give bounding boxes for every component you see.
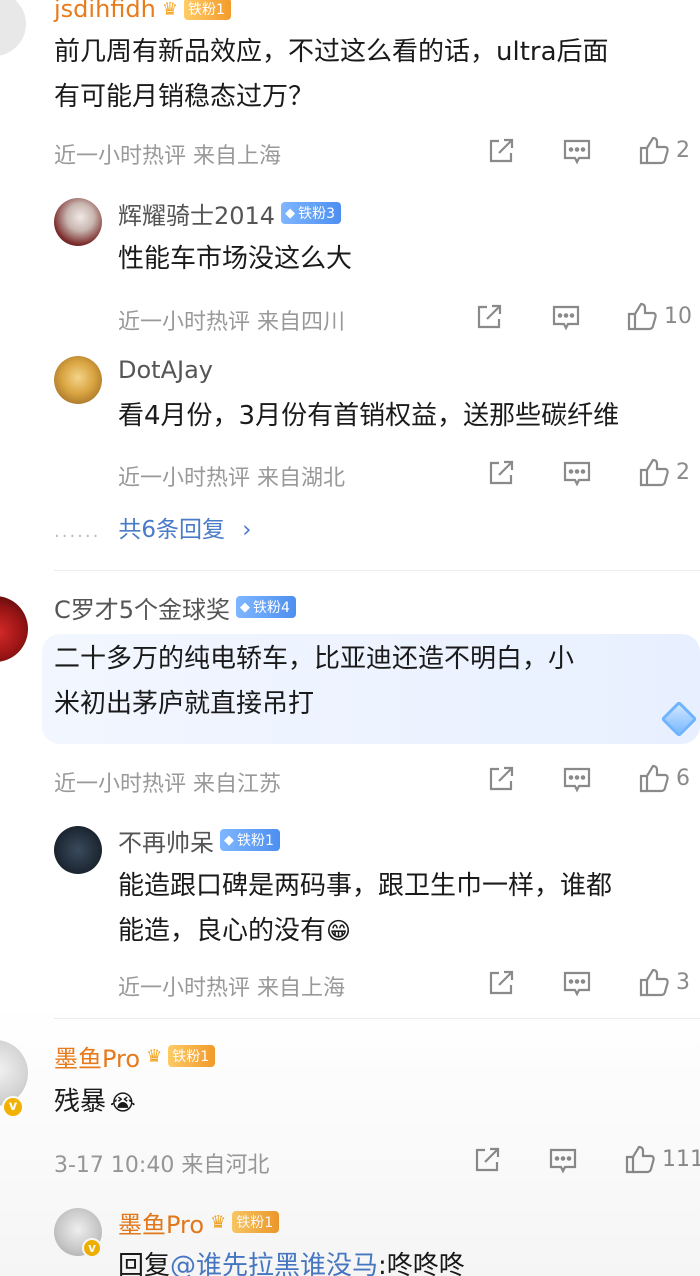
username[interactable]: 不再帅呆 [118, 823, 214, 858]
like-icon [627, 302, 657, 331]
share-icon [489, 970, 514, 995]
share-icon [477, 304, 502, 329]
like-count: 2 [676, 459, 690, 485]
like-icon [639, 136, 669, 165]
comment-meta: 近一小时热评 来自上海 [118, 976, 345, 1001]
diamond-icon: ◆ [240, 599, 251, 615]
comment-text: 二十多万的纯电轿车，比亚迪还造不明白，小 米初出茅庐就直接吊打 [54, 644, 575, 719]
fan-badge[interactable]: 铁粉1 [232, 1211, 280, 1233]
username[interactable]: 墨鱼Pro [54, 1039, 140, 1074]
share-button[interactable] [486, 764, 516, 794]
like-button[interactable]: 2 [638, 134, 690, 166]
comment-meta: 近一小时热评 来自湖北 [118, 466, 345, 491]
crown-icon: ♛ [161, 0, 178, 20]
like-icon [639, 764, 669, 793]
reply-button[interactable] [548, 1145, 578, 1175]
mention-link[interactable]: @谁先拉黑谁没马 [170, 1251, 378, 1276]
comment-text: 性能车市场没这么大 [118, 244, 353, 274]
fan-badge[interactable]: ◆ 铁粉4 [236, 596, 296, 618]
verified-icon: v [2, 1096, 24, 1118]
like-button[interactable]: 10 [626, 300, 692, 332]
divider [54, 1018, 700, 1019]
comment-meta: 近一小时热评 来自上海 [54, 144, 281, 169]
comment-icon [563, 767, 591, 793]
like-count: 2 [676, 137, 690, 163]
share-button[interactable] [486, 458, 516, 488]
like-button[interactable]: 6 [638, 762, 690, 794]
diamond-icon: ◆ [224, 832, 234, 848]
like-icon [639, 458, 669, 487]
like-count: 3 [676, 969, 690, 995]
like-icon [639, 968, 669, 997]
reply-button[interactable] [562, 764, 592, 794]
fan-badge[interactable]: ◆ 铁粉1 [220, 829, 280, 851]
like-icon [625, 1145, 655, 1174]
fan-badge[interactable]: 铁粉1 [184, 0, 231, 20]
avatar[interactable] [54, 356, 102, 404]
username[interactable]: DotAJay [118, 356, 213, 384]
like-button[interactable]: 111 [624, 1143, 700, 1175]
avatar[interactable] [0, 596, 28, 662]
like-count: 6 [676, 765, 690, 791]
crown-icon: ♛ [146, 1045, 163, 1067]
fan-badge[interactable]: 铁粉1 [168, 1045, 216, 1067]
share-icon [489, 138, 514, 163]
like-count: 10 [664, 303, 692, 329]
crying-emoji: 😭 [110, 1091, 136, 1116]
username[interactable]: 辉耀骑士2014 [118, 196, 275, 231]
comment-text: 回复@谁先拉黑谁没马:咚咚咚 [118, 1244, 465, 1276]
reply-button[interactable] [562, 458, 592, 488]
share-button[interactable] [474, 302, 504, 332]
like-button[interactable]: 2 [638, 456, 690, 488]
share-icon [489, 766, 514, 791]
more-replies-link[interactable]: ...... 共6条回复 › [54, 510, 252, 544]
username[interactable]: C罗才5个金球奖 [54, 590, 230, 625]
diamond-icon: ◆ [285, 205, 296, 221]
avatar[interactable] [0, 0, 26, 56]
comment-icon [549, 1148, 577, 1174]
comment-icon [563, 461, 591, 487]
comment-text: 能造跟口碑是两码事，跟卫生巾一样，谁都 能造，良心的没有😁 [118, 871, 613, 946]
comment-icon [552, 305, 580, 331]
avatar[interactable] [54, 198, 102, 246]
comment-text: 残暴 😭 [54, 1087, 136, 1117]
comment-icon [563, 139, 591, 165]
share-icon [475, 1147, 500, 1172]
reply-button[interactable] [562, 136, 592, 166]
crown-icon: ♛ [210, 1211, 227, 1233]
comment-meta: 近一小时热评 来自四川 [118, 310, 345, 335]
fan-badge[interactable]: ◆ 铁粉3 [281, 202, 341, 224]
share-icon [489, 460, 514, 485]
divider [54, 570, 700, 571]
like-count: 111 [662, 1146, 700, 1172]
share-button[interactable] [472, 1145, 502, 1175]
chevron-right-icon: › [242, 517, 252, 543]
comment-text: 看4月份，3月份有首销权益，送那些碳纤维 [118, 401, 620, 431]
reply-button[interactable] [562, 968, 592, 998]
comment-meta: 近一小时热评 来自江苏 [54, 772, 281, 797]
grin-emoji: 😁 [326, 917, 352, 945]
comment-meta: 3-17 10:40 来自河北 [54, 1153, 270, 1178]
like-button[interactable]: 3 [638, 966, 690, 998]
share-button[interactable] [486, 136, 516, 166]
avatar[interactable] [54, 826, 102, 874]
username[interactable]: jsdihfidh [54, 0, 156, 23]
reply-button[interactable] [551, 302, 581, 332]
username[interactable]: 墨鱼Pro [118, 1205, 204, 1240]
share-button[interactable] [486, 968, 516, 998]
verified-icon: v [82, 1238, 102, 1258]
comment-text: 前几周有新品效应，不过这么看的话，ultra后面 有可能月销稳态过万？ [54, 37, 609, 112]
comment-icon [563, 971, 591, 997]
